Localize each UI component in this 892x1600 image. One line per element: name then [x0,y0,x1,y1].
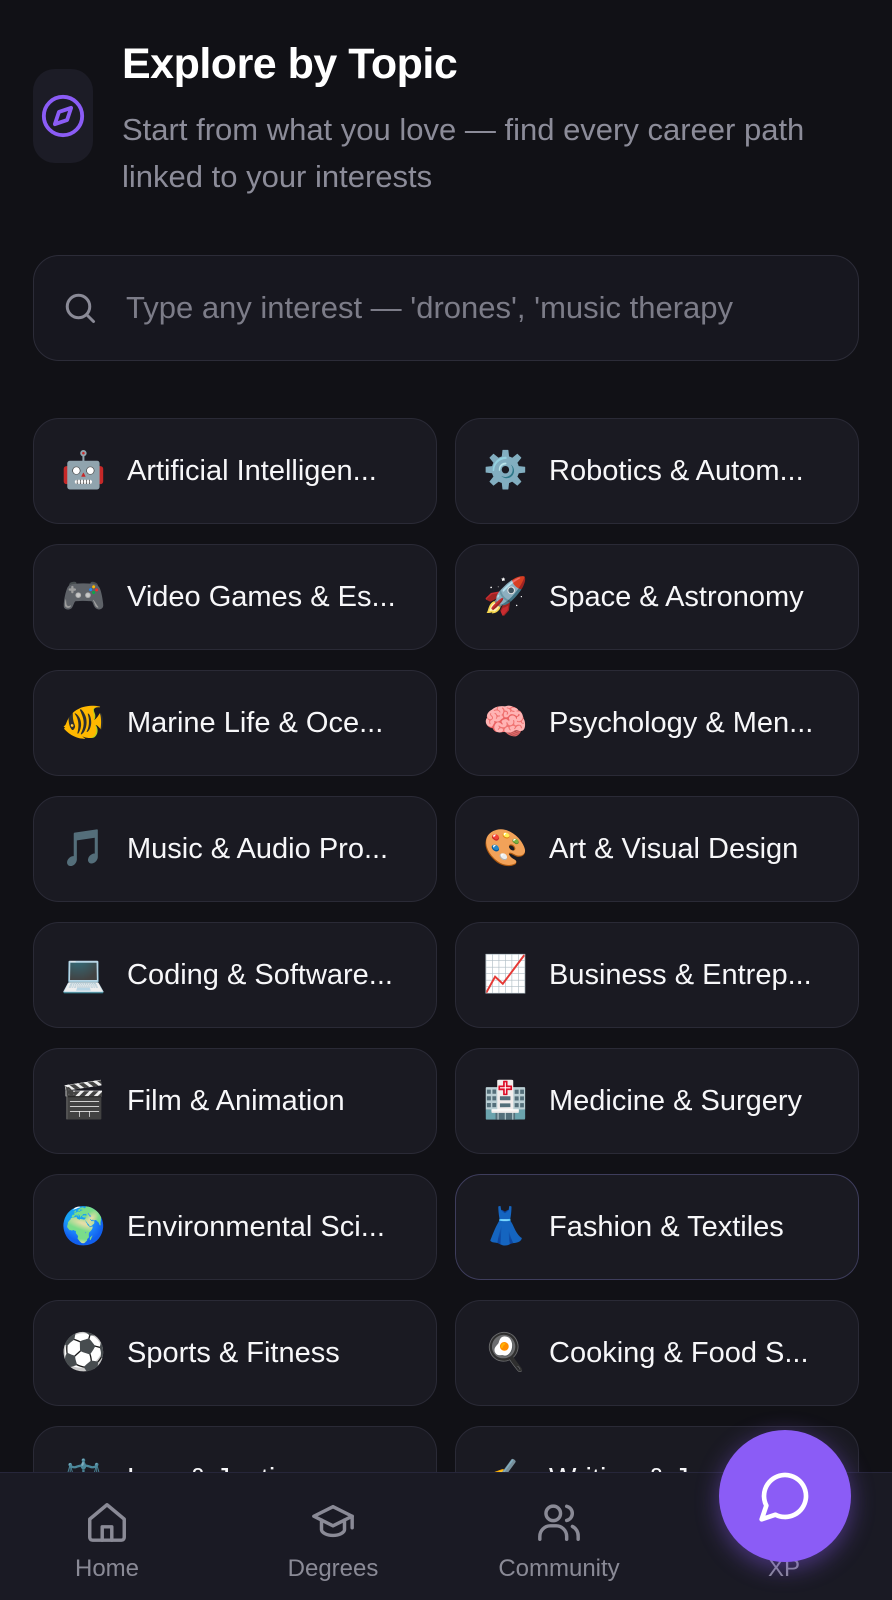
topic-label: Marine Life & Oce... [127,706,384,739]
topic-card-business[interactable]: 📈 Business & Entrep... [455,922,859,1028]
nav-item-home[interactable]: Home [17,1473,197,1600]
writing-hand-icon: ✍️ [483,1457,528,1472]
graduation-cap-icon [312,1504,354,1538]
frying-pan-icon: 🍳 [483,1332,528,1373]
topic-card-law[interactable]: ⚖️ Law & Justice [33,1426,437,1472]
topic-card-coding[interactable]: 💻 Coding & Software... [33,922,437,1028]
compass-icon [33,69,93,163]
topic-label: Robotics & Autom... [549,454,804,487]
topic-label: Fashion & Textiles [549,1210,784,1243]
topic-label: Coding & Software... [127,958,393,991]
palette-icon: 🎨 [483,828,528,869]
topic-card-film[interactable]: 🎬 Film & Animation [33,1048,437,1154]
topic-card-robotics[interactable]: ⚙️ Robotics & Autom... [455,418,859,524]
page-subtitle: Start from what you love — find every ca… [122,112,805,194]
users-icon [538,1504,580,1541]
topic-card-sports[interactable]: ⚽ Sports & Fitness [33,1300,437,1406]
chat-bubble-icon [759,1472,809,1522]
topic-card-music[interactable]: 🎵 Music & Audio Pro... [33,796,437,902]
home-icon [88,1503,126,1542]
scales-icon: ⚖️ [61,1457,106,1472]
topic-card-environmental[interactable]: 🌍 Environmental Sci... [33,1174,437,1280]
globe-icon: 🌍 [61,1206,106,1247]
fish-icon: 🐠 [61,702,106,743]
topic-card-cooking[interactable]: 🍳 Cooking & Food S... [455,1300,859,1406]
topic-label: Medicine & Surgery [549,1084,803,1117]
hospital-icon: 🏥 [483,1080,528,1121]
topic-card-video-games[interactable]: 🎮 Video Games & Es... [33,544,437,650]
search-icon [65,293,95,323]
topic-label: Writing & Jo... [549,1463,729,1473]
topic-card-ai[interactable]: 🤖 Artificial Intelligen... [33,418,437,524]
topic-card-art[interactable]: 🎨 Art & Visual Design [455,796,859,902]
topic-label: Video Games & Es... [127,580,396,613]
topic-label: Film & Animation [127,1084,345,1117]
topic-label: Environmental Sci... [127,1210,385,1243]
topic-card-medicine[interactable]: 🏥 Medicine & Surgery [455,1048,859,1154]
topic-label: Psychology & Men... [549,706,814,739]
dress-icon: 👗 [483,1206,528,1247]
nav-label: Degrees [287,1555,379,1582]
topic-label: Business & Entrep... [549,958,812,991]
topic-label: Law & Justice [127,1463,306,1473]
chart-increasing-icon: 📈 [483,954,528,995]
brain-icon: 🧠 [483,702,528,743]
robot-icon: 🤖 [61,450,106,491]
nav-item-community[interactable]: Community [469,1473,649,1600]
topic-label: Artificial Intelligen... [127,454,377,487]
search-input[interactable] [126,290,826,326]
game-controller-icon: 🎮 [61,576,106,617]
nav-item-degrees[interactable]: Degrees [243,1473,423,1600]
music-note-icon: 🎵 [61,828,106,869]
gear-icon: ⚙️ [483,450,528,491]
search-bar[interactable] [33,255,859,361]
chat-button[interactable] [719,1430,851,1562]
laptop-icon: 💻 [61,954,106,995]
nav-label: Home [74,1555,140,1582]
topic-card-psychology[interactable]: 🧠 Psychology & Men... [455,670,859,776]
topic-label: Music & Audio Pro... [127,832,389,865]
topic-label: Cooking & Food S... [549,1336,809,1369]
nav-label: Community [498,1555,620,1582]
topic-label: Space & Astronomy [549,580,804,613]
topic-grid: 🤖 Artificial Intelligen... ⚙️ Robotics &… [33,418,859,1472]
topic-card-space[interactable]: 🚀 Space & Astronomy [455,544,859,650]
clapper-board-icon: 🎬 [61,1080,106,1121]
page-title: Explore by Topic [122,40,458,88]
rocket-icon: 🚀 [483,576,528,617]
topic-label: Art & Visual Design [549,832,799,865]
topic-card-marine[interactable]: 🐠 Marine Life & Oce... [33,670,437,776]
soccer-ball-icon: ⚽ [61,1332,106,1373]
topic-label: Sports & Fitness [127,1336,340,1369]
topic-card-fashion[interactable]: 👗 Fashion & Textiles [455,1174,859,1280]
